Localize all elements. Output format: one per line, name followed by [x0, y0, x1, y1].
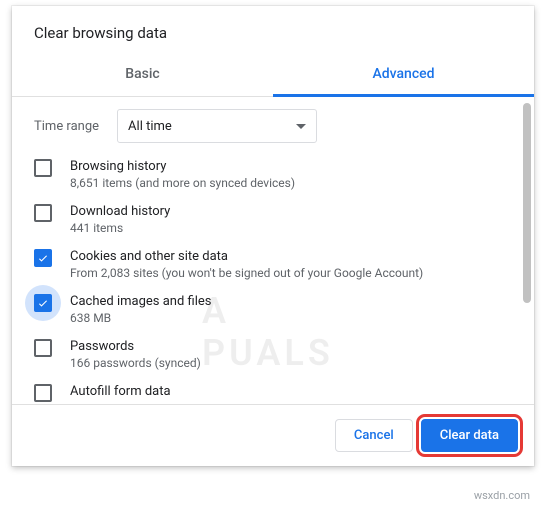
option-title: Autofill form data [70, 384, 171, 399]
tab-advanced[interactable]: Advanced [273, 54, 534, 96]
options-list: Browsing history 8,651 items (and more on… [34, 159, 514, 402]
checkbox[interactable] [34, 159, 52, 177]
dialog-title: Clear browsing data [12, 6, 534, 54]
option-subtitle: From 2,083 sites (you won't be signed ou… [70, 266, 423, 280]
tabbar: Basic Advanced [12, 54, 534, 97]
option-subtitle: 441 items [70, 221, 170, 235]
clear-data-button[interactable]: Clear data [421, 419, 518, 452]
checkbox[interactable] [34, 249, 52, 267]
time-range-label: Time range [34, 119, 99, 134]
option-title: Browsing history [70, 159, 295, 174]
watermark-site: wsxdn.com [474, 489, 530, 502]
check-icon [37, 252, 49, 264]
checkbox[interactable] [34, 384, 52, 402]
option-subtitle: 8,651 items (and more on synced devices) [70, 176, 295, 190]
clear-browsing-data-dialog: Clear browsing data Basic Advanced Time … [12, 6, 534, 466]
option-row: Passwords 166 passwords (synced) [34, 339, 514, 370]
option-subtitle: 638 MB [70, 311, 211, 325]
option-title: Cached images and files [70, 294, 211, 309]
checkbox[interactable] [34, 294, 52, 312]
chevron-down-icon [296, 124, 306, 129]
option-row: Browsing history 8,651 items (and more on… [34, 159, 514, 190]
check-icon [37, 297, 49, 309]
option-title: Download history [70, 204, 170, 219]
scrollbar[interactable] [523, 103, 531, 303]
option-row: Autofill form data [34, 384, 514, 402]
option-title: Cookies and other site data [70, 249, 423, 264]
time-range-select[interactable]: All time [117, 109, 317, 143]
option-subtitle: 166 passwords (synced) [70, 356, 201, 370]
option-row: Download history 441 items [34, 204, 514, 235]
dialog-footer: Cancel Clear data [12, 404, 534, 466]
checkbox[interactable] [34, 204, 52, 222]
cancel-button[interactable]: Cancel [335, 419, 413, 452]
option-row: Cookies and other site data From 2,083 si… [34, 249, 514, 280]
time-range-value: All time [128, 119, 172, 134]
checkbox[interactable] [34, 339, 52, 357]
scroll-area: Time range All time Browsing history 8,65… [12, 97, 534, 404]
tab-basic[interactable]: Basic [12, 54, 273, 96]
time-range-row: Time range All time [34, 109, 514, 143]
option-title: Passwords [70, 339, 201, 354]
option-row: Cached images and files 638 MB [34, 294, 514, 325]
